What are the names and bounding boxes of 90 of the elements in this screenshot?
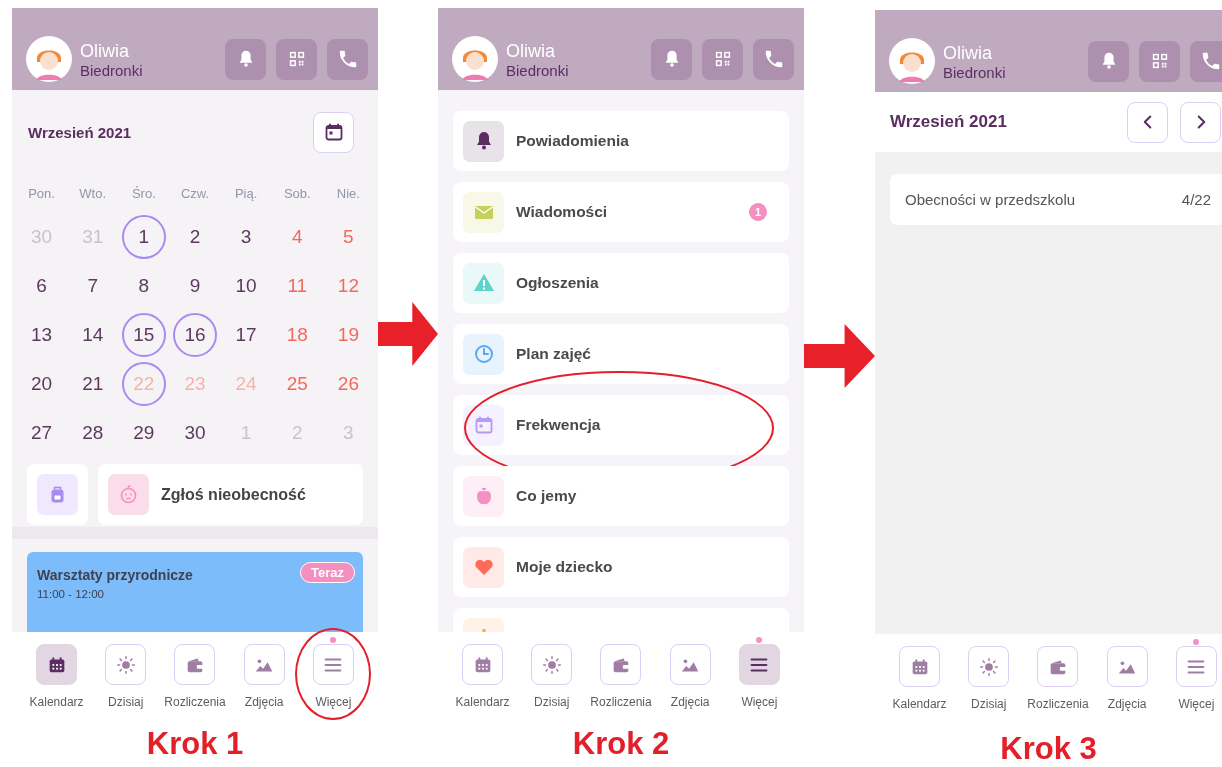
sun-icon [977, 655, 1000, 678]
nav-tab[interactable]: Więcej [724, 632, 794, 720]
calendar-day[interactable]: 9 [173, 263, 217, 308]
child-name: Oliwia [506, 40, 556, 62]
sun-icon [540, 653, 563, 676]
weekday-label: Czw. [180, 185, 210, 201]
calendar-day[interactable]: 10 [224, 263, 269, 308]
notifications-button[interactable] [1088, 40, 1129, 82]
nav-tab[interactable]: Więcej [1161, 634, 1222, 722]
step-arrow [804, 324, 875, 388]
menu-item[interactable]: Plan zajęć [453, 324, 789, 384]
nav-tab[interactable]: Więcej [298, 632, 368, 720]
event-title: Warsztaty przyrodnicze [37, 567, 193, 583]
nav-tab[interactable]: Dzisiaj [517, 632, 587, 720]
menu-item[interactable]: Frekwencja [453, 395, 789, 455]
qr-code-button[interactable] [1139, 40, 1180, 82]
child-name: Oliwia [943, 42, 993, 64]
nav-tab[interactable]: Zdjęcia [655, 632, 725, 720]
nav-tab[interactable]: Kalendarz [885, 634, 955, 722]
nav-tab[interactable]: Kalendarz [448, 632, 518, 720]
month-title: Wrzesień 2021 [28, 123, 132, 141]
step-label: Krok 2 [572, 726, 670, 762]
calendar-day[interactable]: 15 [121, 312, 166, 357]
weekday-label: Nie. [336, 185, 360, 201]
calendar-day[interactable]: 3 [224, 214, 269, 259]
notifications-button[interactable] [225, 38, 266, 80]
child-name: Oliwia [80, 40, 130, 62]
now-badge: Teraz [300, 562, 355, 583]
nav-tab[interactable]: Rozliczenia [586, 632, 656, 720]
calendar-day[interactable]: 2 [173, 214, 217, 259]
calendar-day[interactable]: 6 [19, 263, 64, 308]
call-button[interactable] [327, 38, 368, 80]
nav-tab[interactable]: Rozliczenia [160, 632, 230, 720]
call-button[interactable] [1190, 40, 1222, 82]
weekday-label: Wto. [79, 185, 107, 201]
menu-item[interactable]: Moje dziecko [453, 537, 789, 597]
menu-item[interactable]: Powiadomienia [453, 111, 789, 171]
step-arrow [378, 302, 438, 366]
sun-icon [114, 653, 137, 676]
avatar-icon [26, 36, 72, 82]
group-name: Biedronki [506, 62, 570, 80]
notifications-button[interactable] [651, 38, 692, 80]
backpack-icon [37, 474, 78, 515]
previous-month-button[interactable] [1127, 101, 1168, 143]
nav-tab[interactable]: Dzisiaj [954, 634, 1024, 722]
report-absence-button[interactable]: Zgłoś nieobecność [98, 464, 363, 525]
event-time: 11:00 - 12:00 [37, 588, 105, 600]
group-name: Biedronki [80, 62, 144, 80]
calendar-button[interactable] [313, 111, 354, 153]
calendar-day[interactable]: 27 [19, 410, 64, 455]
weekday-label: Sob. [283, 185, 311, 201]
nav-tab[interactable]: Kalendarz [22, 632, 92, 720]
nav-tab[interactable]: Zdjęcia [229, 632, 299, 720]
calendar-day[interactable]: 14 [70, 312, 115, 357]
calendar-day[interactable]: 8 [121, 263, 166, 308]
attendance-label: Obecności w przedszkolu [905, 191, 1076, 208]
qr-code-button[interactable] [276, 38, 317, 80]
backpack-button[interactable] [27, 464, 88, 525]
calendar-day[interactable]: 30 [173, 410, 217, 455]
nav-tab[interactable]: Zdjęcia [1092, 634, 1162, 722]
calendar-day[interactable]: 29 [121, 410, 166, 455]
step-label: Krok 3 [1000, 731, 1097, 767]
calendar-day[interactable]: 1 [121, 214, 166, 259]
call-button[interactable] [753, 38, 794, 80]
nav-tab[interactable]: Rozliczenia [1023, 634, 1093, 722]
calendar-day[interactable]: 21 [70, 361, 115, 406]
next-month-button[interactable] [1180, 101, 1221, 143]
month-title: Wrzesień 2021 [890, 112, 1007, 132]
nav-tab[interactable]: Dzisiaj [91, 632, 161, 720]
group-name: Biedronki [943, 64, 1007, 82]
calendar-day[interactable]: 20 [19, 361, 64, 406]
calendar-day[interactable]: 13 [19, 312, 64, 357]
menu-item[interactable]: Wiadomości 1 [453, 182, 789, 242]
menu-item[interactable]: Co jemy [453, 466, 789, 526]
avatar-icon [452, 36, 498, 82]
calendar-day[interactable]: 17 [224, 312, 269, 357]
avatar-icon [889, 38, 935, 84]
menu-item[interactable]: Ogłoszenia [453, 253, 789, 313]
weekday-label: Śro. [131, 185, 156, 201]
step-label: Krok 1 [146, 726, 244, 762]
calendar-day[interactable]: 16 [173, 312, 217, 357]
event-card[interactable]: Warsztaty przyrodnicze 11:00 - 12:00 Teraz [27, 552, 363, 632]
unread-badge: 1 [749, 203, 767, 221]
attendance-count: 4/22 [1181, 191, 1211, 208]
calendar-day[interactable]: 28 [70, 410, 115, 455]
weekday-label: Pon. [28, 185, 55, 201]
qr-code-button[interactable] [702, 38, 743, 80]
weekday-label: Pią. [234, 185, 258, 201]
calendar-day[interactable]: 7 [70, 263, 115, 308]
baby-face-icon [108, 474, 149, 515]
